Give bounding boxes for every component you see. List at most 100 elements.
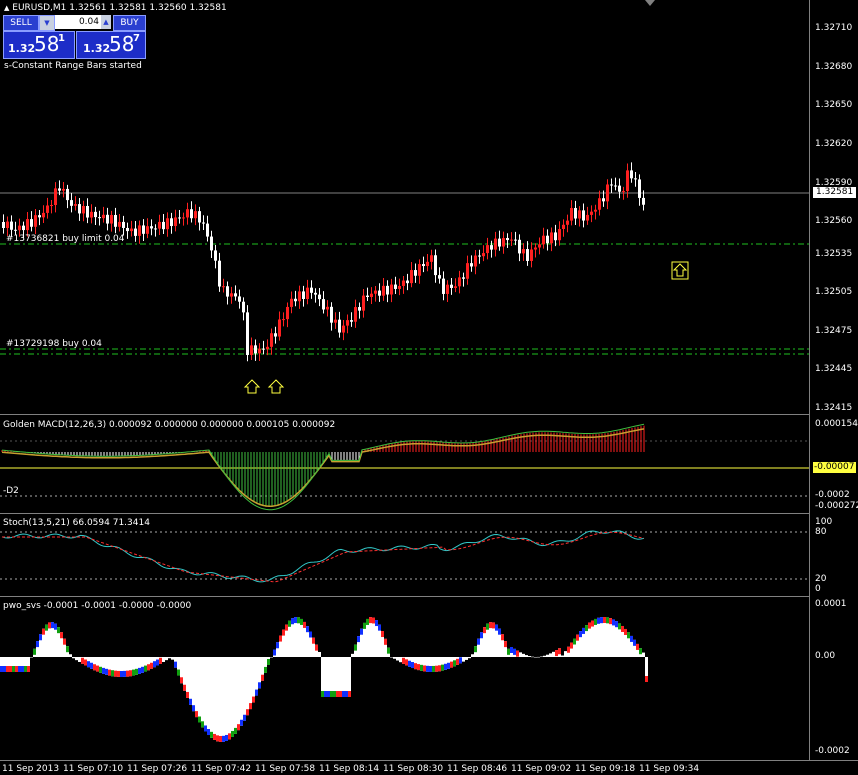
- pwo-bar: [522, 653, 525, 657]
- pwo-bar-tip: [360, 628, 363, 635]
- candle-body: [466, 263, 469, 279]
- buy-arrow-icon: [671, 261, 689, 280]
- buy-price-pips: 58: [109, 32, 135, 56]
- candle-body: [610, 184, 613, 186]
- candle-body: [606, 184, 609, 202]
- sell-price-box[interactable]: 1.32 58 1: [3, 31, 75, 59]
- candle-body: [506, 238, 509, 241]
- candle-body: [166, 218, 169, 230]
- pwo-bar-tip: [408, 660, 411, 667]
- status-text: s-Constant Range Bars started: [4, 61, 142, 71]
- candle-body: [454, 286, 457, 288]
- pwo-bar-tip: [63, 638, 66, 645]
- candle-body: [350, 320, 353, 322]
- price-axis-label: 1.32535: [815, 249, 853, 259]
- pwo-bar-tip: [249, 703, 252, 710]
- candle-body: [50, 205, 53, 207]
- candle-body: [298, 291, 301, 302]
- pwo-bar-tip: [432, 665, 435, 672]
- pwo-bar: [525, 655, 528, 657]
- price-axis[interactable]: 1.32710 1.32680 1.32650 1.32620 1.32590 …: [810, 0, 858, 760]
- candle-body: [402, 280, 405, 286]
- pwo-bar: [465, 657, 468, 660]
- pwo-bar-tip: [213, 733, 216, 740]
- pwo-axis-label: -0.0002: [815, 746, 850, 756]
- lot-size-input[interactable]: 0.04: [55, 15, 101, 29]
- candle-body: [366, 295, 369, 298]
- price-axis-label: 1.32710: [815, 23, 853, 33]
- pwo-bar: [270, 657, 273, 658]
- candle-body: [30, 219, 33, 227]
- candle-body: [486, 245, 489, 254]
- collapse-triangle-icon[interactable]: ▲: [4, 4, 9, 12]
- pwo-bar-tip: [366, 618, 369, 625]
- candle-body: [130, 228, 133, 232]
- pwo-panel[interactable]: pwo_svs -0.0001 -0.0001 -0.0000 -0.0000: [0, 597, 810, 760]
- pwo-bar-tip: [441, 664, 444, 671]
- macd-axis-label: -0.0002: [815, 490, 850, 500]
- current-price-tag: 1.32581: [813, 187, 856, 198]
- lot-dropdown-button-right[interactable]: ▲: [101, 15, 111, 29]
- pwo-bar-tip: [423, 665, 426, 672]
- pwo-bar: [231, 657, 234, 737]
- pwo-bar-tip: [606, 617, 609, 624]
- candle-body: [162, 221, 165, 230]
- time-axis-label: 11 Sep 07:58: [255, 764, 316, 774]
- lot-dropdown-button[interactable]: ▼: [39, 15, 55, 31]
- candle-body: [46, 205, 49, 213]
- pwo-bar: [234, 657, 237, 734]
- price-axis-label: 1.32650: [815, 100, 853, 110]
- pwo-bar-tip: [516, 650, 519, 657]
- stoch-panel[interactable]: Stoch(13,5,21) 66.0594 71.3414: [0, 514, 810, 596]
- pwo-bar-tip: [141, 666, 144, 673]
- buy-button[interactable]: BUY: [113, 15, 146, 31]
- pwo-bar-tip: [195, 711, 198, 718]
- candle-body: [570, 208, 573, 221]
- pwo-bar-tip: [276, 642, 279, 649]
- order-label-buy-limit[interactable]: #13736821 buy limit 0.04: [6, 234, 125, 244]
- candle-body: [510, 239, 513, 241]
- order-label-buy[interactable]: #13729198 buy 0.04: [6, 339, 102, 349]
- macd-panel[interactable]: Golden MACD(12,26,3) 0.000092 0.000000 0…: [0, 415, 810, 513]
- price-chart-panel[interactable]: ▲ EURUSD,M1 1.32561 1.32581 1.32560 1.32…: [0, 0, 810, 414]
- candle-body: [386, 285, 389, 295]
- pwo-bar-tip: [9, 666, 12, 672]
- sell-price-big: 1.32: [8, 42, 36, 55]
- candle-body: [258, 348, 261, 354]
- pwo-bar: [72, 657, 75, 659]
- candle-body: [626, 170, 629, 192]
- pwo-bar: [210, 657, 213, 738]
- buy-price-box[interactable]: 1.32 58 7: [76, 31, 146, 59]
- pwo-bar-tip: [183, 684, 186, 691]
- candle-body: [322, 299, 325, 310]
- candle-body: [38, 215, 41, 218]
- pwo-bar: [192, 657, 195, 712]
- chart-shift-triangle-icon[interactable]: [645, 0, 655, 6]
- candle-body: [598, 198, 601, 210]
- candle-body: [594, 209, 597, 212]
- candle-body: [10, 221, 13, 230]
- candle-body: [446, 284, 449, 294]
- candle-body: [406, 280, 409, 284]
- pwo-bar: [219, 657, 222, 742]
- candle-body: [138, 225, 141, 236]
- candle-body: [6, 221, 9, 229]
- candle-body: [154, 228, 157, 230]
- pwo-bar-tip: [261, 674, 264, 681]
- pwo-bar-tip: [147, 664, 150, 671]
- candle-body: [534, 247, 537, 250]
- candle-body: [62, 188, 65, 191]
- candle-body: [538, 244, 541, 248]
- pwo-bar-tip: [294, 617, 297, 624]
- pwo-bar-tip: [426, 665, 429, 672]
- time-axis-label: 11 Sep 09:02: [511, 764, 572, 774]
- price-axis-label: 1.32445: [815, 364, 853, 374]
- candle-body: [462, 277, 465, 279]
- sell-button[interactable]: SELL: [3, 15, 39, 31]
- pwo-bar-tip: [372, 617, 375, 624]
- candle-body: [198, 211, 201, 223]
- pwo-bar-tip: [21, 666, 24, 672]
- candle-body: [54, 188, 57, 206]
- pwo-bar: [195, 657, 198, 718]
- time-axis[interactable]: 11 Sep 2013 11 Sep 07:10 11 Sep 07:26 11…: [0, 761, 858, 775]
